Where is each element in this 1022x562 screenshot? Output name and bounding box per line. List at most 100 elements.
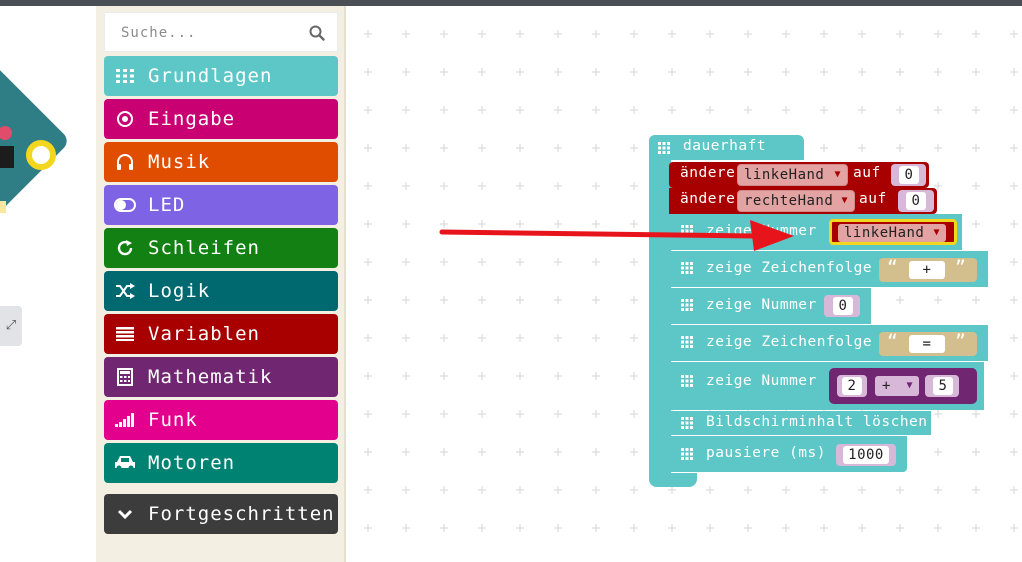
show-number-block-1[interactable]: zeige Nummer linkeHand ▼	[669, 214, 962, 250]
string-input[interactable]: =	[909, 335, 945, 353]
value-slot: 1000	[836, 444, 896, 466]
set-suffix: auf	[853, 165, 881, 181]
number-input[interactable]: 1000	[843, 446, 889, 464]
chevron-down-icon	[114, 503, 136, 525]
category-variablen[interactable]: Variablen	[104, 314, 338, 354]
value-slot: 0	[898, 190, 934, 212]
simulator-panel: ⤢	[0, 6, 96, 562]
category-funk[interactable]: Funk	[104, 400, 338, 440]
block-label: zeige Nummer	[706, 223, 817, 239]
block-label: zeige Nummer	[706, 373, 817, 389]
set-variable-block-1[interactable]: ändere linkeHand ▼ auf 0	[669, 162, 929, 188]
variable-dropdown[interactable]: linkeHand ▼	[737, 164, 848, 186]
show-number-block-3[interactable]: zeige Nummer 2 + ▼ 5	[669, 362, 984, 410]
operator-value: +	[882, 378, 891, 394]
pause-block[interactable]: pausiere (ms) 1000	[669, 436, 907, 472]
grid-icon	[114, 65, 136, 87]
refresh-icon	[114, 237, 136, 259]
board-pin-button[interactable]	[26, 140, 56, 170]
category-musik[interactable]: Musik	[104, 142, 338, 182]
string-input[interactable]: +	[909, 261, 945, 279]
variable-reporter-highlighted[interactable]: linkeHand ▼	[829, 219, 957, 245]
category-logik[interactable]: Logik	[104, 271, 338, 311]
right-operand-slot: 5	[925, 375, 959, 397]
category-motoren[interactable]: Motoren	[104, 443, 338, 483]
grid-icon	[681, 375, 693, 387]
variable-name: rechteHand	[744, 193, 834, 209]
set-prefix: ändere	[680, 165, 736, 181]
block-label: Bildschirminhalt löschen	[706, 414, 928, 430]
grid-icon	[681, 448, 693, 460]
headphones-icon	[114, 151, 136, 173]
number-input[interactable]: 0	[906, 192, 926, 210]
toggle-icon	[114, 194, 136, 216]
category-led[interactable]: LED	[104, 185, 338, 225]
block-label: zeige Nummer	[706, 297, 817, 313]
quote-open-icon: “	[887, 257, 899, 278]
category-label: Logik	[148, 280, 211, 302]
block-label: zeige Zeichenfolge	[706, 260, 873, 276]
category-eingabe[interactable]: Eingabe	[104, 99, 338, 139]
string-reporter[interactable]: “ + ”	[879, 258, 977, 282]
shuffle-icon	[114, 280, 136, 302]
category-mathematik[interactable]: Mathematik	[104, 357, 338, 397]
category-label: Musik	[148, 151, 211, 173]
grid-icon	[681, 417, 693, 429]
dropdown-arrow-icon: ▼	[906, 380, 913, 391]
grid-icon	[681, 262, 693, 274]
category-schleifen[interactable]: Schleifen	[104, 228, 338, 268]
show-number-block-2[interactable]: zeige Nummer 0	[669, 288, 871, 324]
search-box	[104, 12, 338, 52]
block-label: zeige Zeichenfolge	[706, 334, 873, 350]
dropdown-arrow-icon: ▼	[841, 195, 848, 206]
toolbox: Grundlagen Eingabe Musik LED Schleifen L…	[96, 6, 346, 562]
category-label: Fortgeschritten	[148, 503, 335, 525]
variable-dropdown[interactable]: linkeHand ▼	[838, 224, 946, 242]
category-fortgeschritten[interactable]: Fortgeschritten	[104, 494, 338, 534]
category-label: Schleifen	[148, 237, 260, 259]
expand-simulator-button[interactable]: ⤢	[0, 306, 22, 346]
variable-name: linkeHand	[744, 167, 825, 183]
quote-close-icon: ”	[955, 257, 967, 278]
calculator-icon	[114, 366, 136, 388]
operator-dropdown[interactable]: + ▼	[875, 376, 919, 396]
search-icon[interactable]	[309, 25, 325, 41]
category-label: Funk	[148, 409, 198, 431]
category-label: Eingabe	[148, 108, 236, 130]
quote-close-icon: ”	[955, 331, 967, 352]
math-reporter[interactable]: 2 + ▼ 5	[829, 368, 977, 404]
left-operand-slot: 2	[837, 375, 867, 397]
variable-name: linkeHand	[844, 225, 925, 241]
grid-icon	[681, 225, 693, 237]
search-input[interactable]	[119, 22, 303, 44]
clear-screen-block[interactable]: Bildschirminhalt löschen	[669, 411, 931, 435]
expand-icon: ⤢	[5, 318, 17, 333]
number-input[interactable]: 2	[842, 377, 862, 395]
board-chip	[0, 146, 14, 168]
set-prefix: ändere	[680, 191, 736, 207]
value-slot: 0	[824, 295, 860, 317]
number-input[interactable]: 0	[833, 297, 853, 315]
dropdown-arrow-icon: ▼	[834, 169, 841, 180]
show-string-block-2[interactable]: zeige Zeichenfolge “ = ”	[669, 325, 988, 361]
grid-icon	[658, 142, 670, 154]
grid-icon	[681, 336, 693, 348]
set-variable-block-2[interactable]: ändere rechteHand ▼ auf 0	[669, 188, 937, 214]
board-corner	[0, 201, 6, 213]
string-reporter[interactable]: “ = ”	[879, 332, 977, 356]
category-label: Motoren	[148, 452, 236, 474]
category-label: Variablen	[148, 323, 260, 345]
event-label: dauerhaft	[683, 138, 767, 154]
category-grundlagen[interactable]: Grundlagen	[104, 56, 338, 96]
block-label: pausiere (ms)	[706, 445, 826, 461]
category-label: LED	[148, 194, 186, 216]
quote-open-icon: “	[887, 331, 899, 352]
variable-dropdown[interactable]: rechteHand ▼	[737, 190, 855, 212]
grid-icon	[681, 299, 693, 311]
dropdown-arrow-icon: ▼	[933, 227, 940, 238]
number-input[interactable]: 0	[899, 166, 919, 184]
blocks-workspace[interactable]: dauerhaft ändere linkeHand ▼ auf 0 änder…	[346, 6, 1022, 562]
number-input[interactable]: 5	[933, 377, 953, 395]
show-string-block-1[interactable]: zeige Zeichenfolge “ + ”	[669, 251, 988, 287]
category-label: Mathematik	[148, 366, 273, 388]
